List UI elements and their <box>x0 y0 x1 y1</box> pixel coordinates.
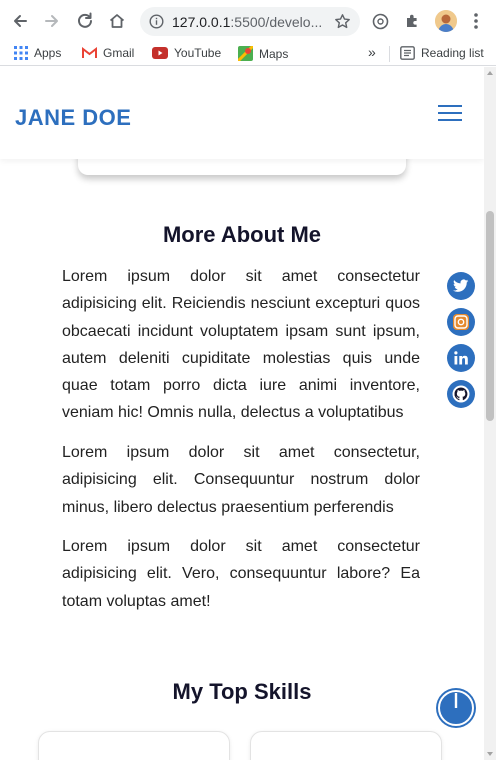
bookmarks-divider <box>389 46 390 62</box>
about-paragraph: Lorem ipsum dolor sit amet consectetur a… <box>62 538 420 610</box>
kebab-menu-icon <box>474 13 478 29</box>
bookmark-label: YouTube <box>174 46 222 60</box>
menu-bar <box>438 105 462 107</box>
bookmarks-bar: Apps Gmail YouTube Maps » Reading list <box>0 42 496 66</box>
url-text: 127.0.0.1:5500/develo... <box>172 14 323 30</box>
site-header: JANE DOE <box>0 67 484 159</box>
profile-avatar[interactable] <box>435 10 457 32</box>
bookmark-label: Gmail <box>103 46 135 60</box>
menu-bar <box>438 119 462 121</box>
extension-button[interactable] <box>372 13 389 35</box>
maps-icon <box>238 46 253 61</box>
page-scrollbar[interactable] <box>484 67 496 760</box>
linkedin-icon <box>454 351 468 365</box>
twitter-icon <box>453 279 469 292</box>
about-title: More About Me <box>162 222 322 247</box>
reading-list-label: Reading list <box>421 46 484 60</box>
bookmark-maps[interactable]: Maps <box>238 46 288 61</box>
instagram-icon <box>453 314 469 330</box>
reading-list-icon <box>400 46 415 60</box>
skills-title: My Top Skills <box>172 679 312 704</box>
bookmark-gmail[interactable]: Gmail <box>82 46 134 60</box>
caret-down-icon <box>487 752 493 756</box>
about-paragraph: Lorem ipsum dolor sit amet consectetur, … <box>62 444 420 516</box>
instagram-link[interactable] <box>447 308 475 336</box>
reload-button[interactable] <box>71 7 99 35</box>
forward-arrow-icon <box>45 15 58 27</box>
site-logo[interactable]: JANE DOE <box>15 105 131 131</box>
hamburger-menu-button[interactable] <box>438 105 462 123</box>
address-bar[interactable]: 127.0.0.1:5500/develo... <box>140 7 360 36</box>
extension-circle-icon <box>372 13 389 30</box>
apps-grid-icon <box>14 46 28 60</box>
back-arrow-icon <box>14 15 27 27</box>
bookmark-label: Maps <box>259 46 289 61</box>
menu-bar <box>438 112 462 114</box>
twitter-link[interactable] <box>447 272 475 300</box>
browser-toolbar: 127.0.0.1:5500/develo... <box>0 0 496 42</box>
back-button[interactable] <box>6 7 34 35</box>
chrome-menu-button[interactable] <box>470 12 482 30</box>
progress-ring-icon <box>438 690 474 726</box>
skill-card[interactable] <box>250 731 442 760</box>
scroll-thumb[interactable] <box>486 211 494 421</box>
bookmarks-overflow-button[interactable]: » <box>368 44 376 60</box>
bookmark-label: Apps <box>34 46 62 60</box>
skill-card[interactable] <box>38 731 230 760</box>
github-icon <box>452 385 470 403</box>
reading-list-button[interactable]: Reading list <box>400 46 484 60</box>
linkedin-link[interactable] <box>447 344 475 372</box>
home-icon <box>109 14 125 28</box>
page-viewport: JANE DOE More About Me Lorem ipsum dolor… <box>0 67 484 760</box>
bookmark-youtube[interactable]: YouTube <box>152 46 221 60</box>
avatar-image-icon <box>435 10 457 32</box>
youtube-icon <box>152 47 168 59</box>
puzzle-icon <box>407 14 417 27</box>
github-link[interactable] <box>447 380 475 408</box>
scroll-down-arrow[interactable] <box>484 748 496 760</box>
about-paragraph: Lorem ipsum dolor sit amet consectetur a… <box>62 268 420 422</box>
reload-icon <box>78 12 92 28</box>
home-button[interactable] <box>103 7 131 35</box>
overflow-label: » <box>368 44 376 60</box>
caret-up-icon <box>487 71 493 75</box>
bookmark-star-icon[interactable] <box>334 13 351 30</box>
gmail-icon <box>82 47 97 58</box>
forward-button[interactable] <box>38 7 66 35</box>
bookmark-apps[interactable]: Apps <box>14 46 61 60</box>
scroll-progress-button[interactable] <box>436 688 476 728</box>
site-info-icon[interactable] <box>149 14 164 29</box>
extensions-puzzle-button[interactable] <box>404 12 422 35</box>
scroll-up-arrow[interactable] <box>484 67 496 79</box>
